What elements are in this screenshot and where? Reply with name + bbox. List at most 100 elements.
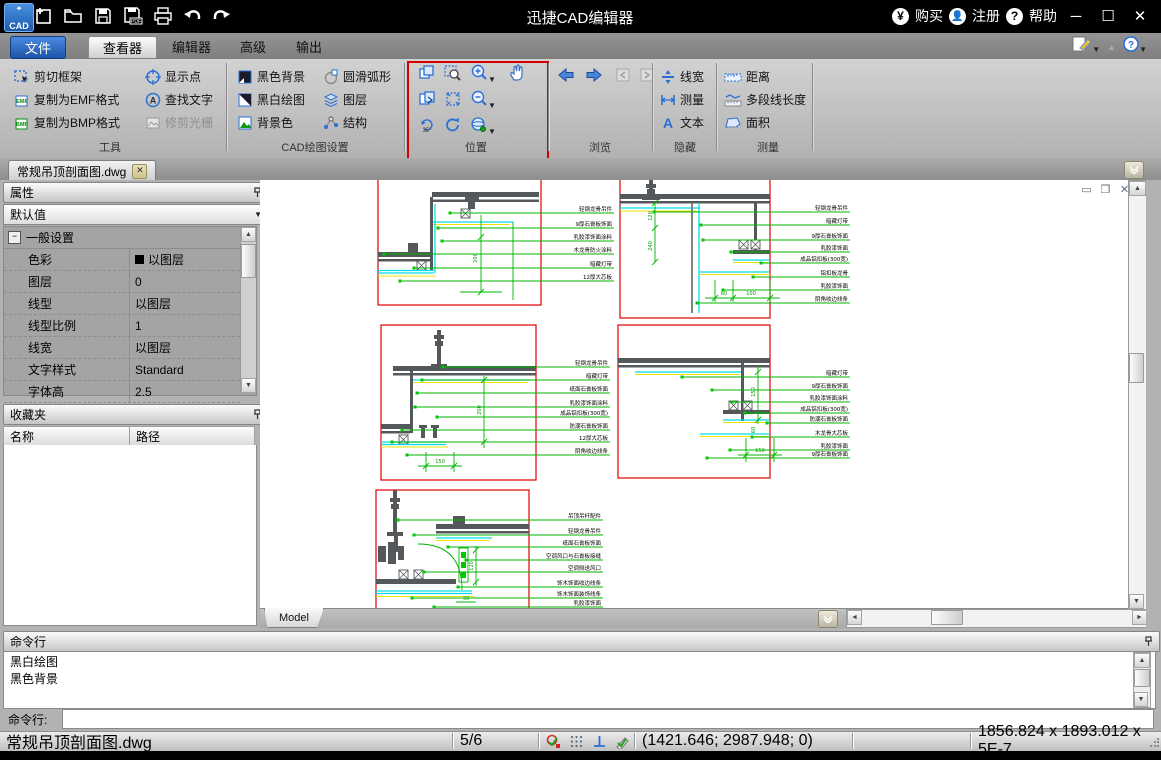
model-tab[interactable]: Model xyxy=(264,608,324,628)
command-history-scrollbar[interactable]: ▲ ▼ xyxy=(1133,652,1151,708)
favorites-column-path[interactable]: 路径 xyxy=(129,426,255,446)
buy-button[interactable]: 购买 xyxy=(915,6,943,26)
save-as-pdf-button[interactable]: PDF xyxy=(120,3,146,29)
favorites-list[interactable] xyxy=(3,445,257,626)
copy-emf-button[interactable]: EMF 复制为EMF格式 xyxy=(14,89,119,110)
object-snap-icon[interactable] xyxy=(546,734,561,749)
show-points-button[interactable]: 显示点 xyxy=(145,66,201,87)
scroll-down-icon[interactable]: ▼ xyxy=(1129,594,1144,609)
smooth-arc-button[interactable]: 圆滑弧形 xyxy=(323,66,391,87)
tab-advanced[interactable]: 高级 xyxy=(226,36,280,57)
background-color-button[interactable]: 背景色 xyxy=(237,112,293,133)
undo-button[interactable] xyxy=(180,3,206,29)
drawing-label: 暗藏灯带 xyxy=(826,369,849,377)
layers-button[interactable]: 图层 xyxy=(323,89,367,110)
canvas-vertical-scrollbar[interactable]: ▲ ▼ xyxy=(1128,180,1147,610)
grid-icon[interactable] xyxy=(569,734,584,749)
scroll-down-icon[interactable]: ▼ xyxy=(241,378,256,393)
scroll-up-icon[interactable]: ▲ xyxy=(1134,653,1150,668)
property-group-row[interactable]: − 一般设置 xyxy=(4,227,256,249)
scroll-up-icon[interactable]: ▲ xyxy=(1129,181,1146,196)
minimize-button[interactable]: ─ xyxy=(1063,5,1089,27)
favorites-column-name[interactable]: 名称 xyxy=(3,426,130,446)
drawing-label: 铝扣板龙骨 xyxy=(820,269,848,277)
drawing-label: 9厚石膏板饰面 xyxy=(576,220,613,228)
property-row-layer[interactable]: 图层 0 xyxy=(4,271,240,293)
tab-viewer[interactable]: 查看器 xyxy=(88,36,158,58)
group-title-measure: 测量 xyxy=(757,142,779,154)
view-back-button[interactable] xyxy=(556,66,576,89)
hide-text-button[interactable]: A 文本 xyxy=(660,112,704,133)
scrollbar-thumb[interactable] xyxy=(1129,353,1144,383)
property-row-color[interactable]: 色彩 以图层 xyxy=(4,249,240,271)
property-grid: − 一般设置 色彩 以图层 图层 0 线型 以图层 线型比例 1 线宽 以图层 … xyxy=(3,226,257,403)
collapse-group-icon[interactable]: − xyxy=(8,231,21,244)
close-button[interactable]: ✕ xyxy=(1127,5,1153,27)
measure-polyline-button[interactable]: 多段线长度 xyxy=(724,89,806,110)
cad-drawing[interactable]: 200 轻钢龙骨吊件 9厚石膏板饰面 乳胶漆饰面涂料 木龙骨防火涂料 暗藏灯带 … xyxy=(260,180,1128,608)
command-history[interactable]: 黑白绘图 黑色背景 xyxy=(3,651,1156,709)
canvas-horizontal-scrollbar[interactable]: ◄ ► xyxy=(846,609,1148,628)
dimension-text: 150 xyxy=(751,387,757,397)
favorites-panel-header[interactable]: 收藏夹 xyxy=(3,404,269,425)
forward-arrow-icon xyxy=(586,67,602,83)
scroll-up-icon[interactable]: ▲ xyxy=(241,227,256,242)
cut-frame-button[interactable]: 剪切框架 xyxy=(14,66,82,87)
property-row-font-height[interactable]: 字体高 2.5 xyxy=(4,381,240,403)
property-row-lineweight[interactable]: 线宽 以图层 xyxy=(4,337,240,359)
collapse-ribbon-button[interactable]: ▲ xyxy=(1107,42,1116,52)
copy-bmp-button[interactable]: BMP 复制为BMP格式 xyxy=(14,112,120,133)
ortho-icon[interactable] xyxy=(592,734,607,749)
tab-output[interactable]: 输出 xyxy=(282,36,336,57)
layout-tabs-dropdown-button[interactable] xyxy=(818,610,838,628)
scroll-down-icon[interactable]: ▼ xyxy=(1134,692,1148,707)
scrollbar-thumb[interactable] xyxy=(931,610,963,625)
black-background-button[interactable]: 黑色背景 xyxy=(237,66,305,87)
quick-edit-button[interactable]: ▼ xyxy=(1072,36,1100,57)
resize-grip[interactable] xyxy=(1149,738,1159,748)
register-button[interactable]: 注册 xyxy=(972,6,1000,26)
dimension-text: 240 xyxy=(648,241,654,251)
print-button[interactable] xyxy=(150,3,176,29)
redo-button[interactable] xyxy=(208,3,234,29)
tab-list-dropdown-button[interactable] xyxy=(1124,161,1144,179)
document-tab-close-icon[interactable]: ✕ xyxy=(132,163,148,179)
find-text-button[interactable]: A 查找文字 xyxy=(145,89,213,110)
save-pdf-icon: PDF xyxy=(124,7,143,25)
status-page-indicator[interactable]: 5/6 xyxy=(460,732,482,749)
draft-mode-icon[interactable] xyxy=(615,734,631,749)
property-preset-dropdown[interactable]: 默认值 ▼ xyxy=(3,204,269,225)
cut-frame-icon xyxy=(14,69,28,83)
property-row-linetype[interactable]: 线型 以图层 xyxy=(4,293,240,315)
property-grid-scrollbar[interactable]: ▲ ▼ xyxy=(240,227,256,393)
maximize-button[interactable]: ☐ xyxy=(1095,5,1121,27)
hide-line-width-button[interactable]: 线宽 xyxy=(660,66,704,87)
new-file-button[interactable] xyxy=(30,3,56,29)
drawing-label: 阴角收边线条 xyxy=(815,295,849,303)
ribbon-help-button[interactable]: ? ▼ xyxy=(1123,36,1147,57)
save-button[interactable] xyxy=(90,3,116,29)
properties-panel-header[interactable]: 属性 xyxy=(3,182,269,203)
document-tab[interactable]: 常规吊顶剖面图.dwg ✕ xyxy=(8,160,157,181)
pin-icon[interactable] xyxy=(1144,636,1153,647)
tab-file[interactable]: 文件 xyxy=(10,36,67,59)
command-panel-header[interactable]: 命令行 xyxy=(3,631,1160,652)
drawing-label: 12厚大芯板 xyxy=(579,434,608,442)
scroll-right-icon[interactable]: ► xyxy=(1132,610,1147,625)
property-row-linetype-scale[interactable]: 线型比例 1 xyxy=(4,315,240,337)
measure-distance-button[interactable]: 距离 xyxy=(724,66,770,87)
help-button[interactable]: 帮助 xyxy=(1029,6,1057,26)
back-arrow-icon xyxy=(558,67,574,83)
view-forward-button[interactable] xyxy=(584,66,604,89)
measure-area-button[interactable]: 面积 xyxy=(724,112,770,133)
scroll-left-icon[interactable]: ◄ xyxy=(847,610,862,625)
svg-text:BMP: BMP xyxy=(16,122,29,128)
structure-button[interactable]: 结构 xyxy=(323,112,367,133)
bw-drawing-button[interactable]: 黑白绘图 xyxy=(237,89,305,110)
smooth-arc-icon xyxy=(324,69,338,84)
open-file-button[interactable] xyxy=(60,3,86,29)
hide-measure-button[interactable]: 测量 xyxy=(660,89,704,110)
tab-editor[interactable]: 编辑器 xyxy=(158,36,225,57)
status-file-name: 常规吊顶剖面图.dwg xyxy=(6,735,152,752)
property-row-text-style[interactable]: 文字样式 Standard xyxy=(4,359,240,381)
